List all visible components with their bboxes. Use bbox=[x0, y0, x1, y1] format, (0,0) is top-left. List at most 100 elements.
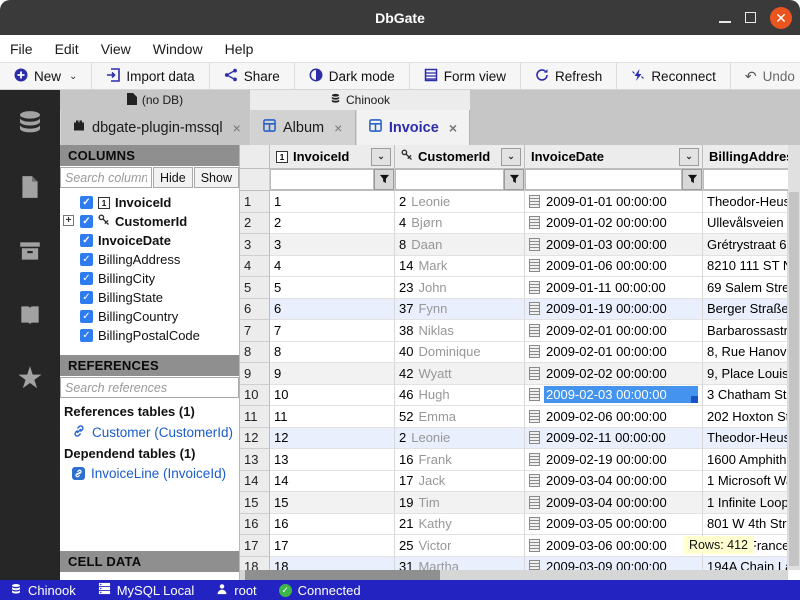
selection-handle[interactable] bbox=[691, 396, 698, 403]
row-number-cell[interactable]: 5 bbox=[240, 277, 270, 299]
cell-detail-icon[interactable] bbox=[529, 324, 540, 337]
horizontal-scrollbar-thumb[interactable] bbox=[245, 570, 440, 580]
customerid-cell[interactable]: 37Fynn bbox=[395, 299, 525, 321]
invoicedate-cell[interactable]: 2009-03-05 00:00:00 bbox=[525, 514, 703, 536]
menu-edit[interactable]: Edit bbox=[55, 41, 79, 57]
row-number-cell[interactable]: 13 bbox=[240, 449, 270, 471]
billingaddress-cell[interactable]: Berger Straße 10 bbox=[703, 299, 788, 321]
customerid-cell[interactable]: 16Frank bbox=[395, 449, 525, 471]
row-number-cell[interactable]: 3 bbox=[240, 234, 270, 256]
menu-help[interactable]: Help bbox=[225, 41, 254, 57]
customerid-cell[interactable]: 8Daan bbox=[395, 234, 525, 256]
cell-detail-icon[interactable] bbox=[529, 431, 540, 444]
invoicedate-cell[interactable]: 2009-02-03 00:00:00 bbox=[525, 385, 703, 407]
billingaddress-cell[interactable]: Barbarossastraße 19 bbox=[703, 320, 788, 342]
row-number-cell[interactable]: 17 bbox=[240, 535, 270, 557]
billingaddress-cell[interactable]: 8210 111 ST NW bbox=[703, 256, 788, 278]
import-data-button[interactable]: Import data bbox=[92, 63, 209, 89]
row-number-cell[interactable]: 10 bbox=[240, 385, 270, 407]
reference-link-customer[interactable]: Customer (CustomerId) bbox=[64, 422, 235, 444]
billingaddress-cell[interactable]: 69 Salem Street bbox=[703, 277, 788, 299]
row-number-cell[interactable]: 11 bbox=[240, 406, 270, 428]
invoicedate-cell[interactable]: 2009-03-06 00:00:00 bbox=[525, 535, 703, 557]
show-button[interactable]: Show bbox=[194, 167, 239, 188]
column-header-invoiceid[interactable]: 1 InvoiceId ⌄ bbox=[270, 145, 395, 169]
billingaddress-cell[interactable]: 1 Infinite Loop bbox=[703, 492, 788, 514]
cell-detail-icon[interactable] bbox=[529, 259, 540, 272]
status-connection[interactable]: MySQL Local bbox=[98, 582, 195, 598]
filter-input-invoiceid[interactable] bbox=[270, 169, 374, 190]
customerid-cell[interactable]: 25Victor bbox=[395, 535, 525, 557]
invoicedate-cell[interactable]: 2009-01-03 00:00:00 bbox=[525, 234, 703, 256]
checkbox-checked-icon[interactable]: ✓ bbox=[80, 253, 93, 266]
column-item-billingaddress[interactable]: ✓ BillingAddress bbox=[60, 250, 239, 269]
invoiceid-cell[interactable]: 13 bbox=[270, 449, 395, 471]
vertical-scrollbar-thumb[interactable] bbox=[789, 192, 799, 566]
customerid-cell[interactable]: 40Dominique bbox=[395, 342, 525, 364]
row-number-cell[interactable]: 16 bbox=[240, 514, 270, 536]
row-number-cell[interactable]: 9 bbox=[240, 363, 270, 385]
invoicedate-cell[interactable]: 2009-01-19 00:00:00 bbox=[525, 299, 703, 321]
close-tab-icon[interactable]: × bbox=[233, 120, 241, 136]
search-references-input[interactable] bbox=[60, 377, 239, 398]
filter-funnel-icon[interactable] bbox=[504, 169, 524, 190]
column-item-customerid[interactable]: + ✓ CustomerId bbox=[60, 212, 239, 231]
invoiceid-cell[interactable]: 10 bbox=[270, 385, 395, 407]
invoicedate-cell[interactable]: 2009-02-11 00:00:00 bbox=[525, 428, 703, 450]
cell-detail-icon[interactable] bbox=[529, 367, 540, 380]
filter-funnel-icon[interactable] bbox=[682, 169, 702, 190]
customerid-cell[interactable]: 23John bbox=[395, 277, 525, 299]
search-columns-input[interactable] bbox=[60, 167, 152, 188]
invoicedate-cell[interactable]: 2009-02-01 00:00:00 bbox=[525, 320, 703, 342]
billingaddress-cell[interactable]: Theodor-Heuss-Straße 34 bbox=[703, 191, 788, 213]
cell-detail-icon[interactable] bbox=[529, 539, 540, 552]
database-icon[interactable] bbox=[15, 108, 45, 138]
invoiceid-cell[interactable]: 1 bbox=[270, 191, 395, 213]
invoiceid-cell[interactable]: 14 bbox=[270, 471, 395, 493]
billingaddress-cell[interactable]: 202 Hoxton Street bbox=[703, 406, 788, 428]
column-header-billingaddress[interactable]: BillingAddress bbox=[703, 145, 800, 169]
checkbox-checked-icon[interactable]: ✓ bbox=[80, 196, 93, 209]
invoicedate-cell[interactable]: 2009-03-04 00:00:00 bbox=[525, 471, 703, 493]
file-icon[interactable] bbox=[15, 172, 45, 202]
reference-link-invoiceline[interactable]: InvoiceLine (InvoiceId) bbox=[64, 464, 235, 484]
cell-detail-icon[interactable] bbox=[529, 474, 540, 487]
invoiceid-cell[interactable]: 5 bbox=[270, 277, 395, 299]
column-item-invoicedate[interactable]: ✓ InvoiceDate bbox=[60, 231, 239, 250]
cell-detail-icon[interactable] bbox=[529, 453, 540, 466]
checkbox-checked-icon[interactable]: ✓ bbox=[80, 215, 93, 228]
close-tab-icon[interactable]: × bbox=[449, 120, 457, 136]
tab-album[interactable]: Album × bbox=[250, 110, 356, 145]
customerid-cell[interactable]: 19Tim bbox=[395, 492, 525, 514]
checkbox-checked-icon[interactable]: ✓ bbox=[80, 234, 93, 247]
cell-detail-icon[interactable] bbox=[529, 496, 540, 509]
expand-icon[interactable]: + bbox=[63, 215, 74, 226]
customerid-cell[interactable]: 46Hugh bbox=[395, 385, 525, 407]
customerid-cell[interactable]: 4Bjørn bbox=[395, 213, 525, 235]
cell-detail-icon[interactable] bbox=[529, 517, 540, 530]
invoicedate-cell[interactable]: 2009-02-02 00:00:00 bbox=[525, 363, 703, 385]
share-button[interactable]: Share bbox=[210, 63, 295, 89]
checkbox-checked-icon[interactable]: ✓ bbox=[80, 291, 93, 304]
column-menu-icon[interactable]: ⌄ bbox=[371, 148, 391, 166]
invoiceid-cell[interactable]: 11 bbox=[270, 406, 395, 428]
book-icon[interactable] bbox=[15, 300, 45, 330]
column-menu-icon[interactable]: ⌄ bbox=[501, 148, 521, 166]
invoiceid-cell[interactable]: 7 bbox=[270, 320, 395, 342]
billingaddress-cell[interactable]: 801 W 4th Street bbox=[703, 514, 788, 536]
row-number-cell[interactable]: 15 bbox=[240, 492, 270, 514]
row-number-cell[interactable]: 4 bbox=[240, 256, 270, 278]
cell-detail-icon[interactable] bbox=[529, 281, 540, 294]
customerid-cell[interactable]: 52Emma bbox=[395, 406, 525, 428]
refresh-button[interactable]: Refresh bbox=[521, 63, 617, 89]
star-icon[interactable]: ★ bbox=[15, 364, 45, 394]
row-number-cell[interactable]: 14 bbox=[240, 471, 270, 493]
filter-input-customerid[interactable] bbox=[395, 169, 504, 190]
invoicedate-cell[interactable]: 2009-01-06 00:00:00 bbox=[525, 256, 703, 278]
invoiceid-cell[interactable]: 6 bbox=[270, 299, 395, 321]
maximize-button[interactable] bbox=[745, 12, 756, 23]
column-item-billingstate[interactable]: ✓ BillingState bbox=[60, 288, 239, 307]
row-number-cell[interactable]: 2 bbox=[240, 213, 270, 235]
column-header-invoicedate[interactable]: InvoiceDate ⌄ bbox=[525, 145, 703, 169]
invoiceid-cell[interactable]: 16 bbox=[270, 514, 395, 536]
